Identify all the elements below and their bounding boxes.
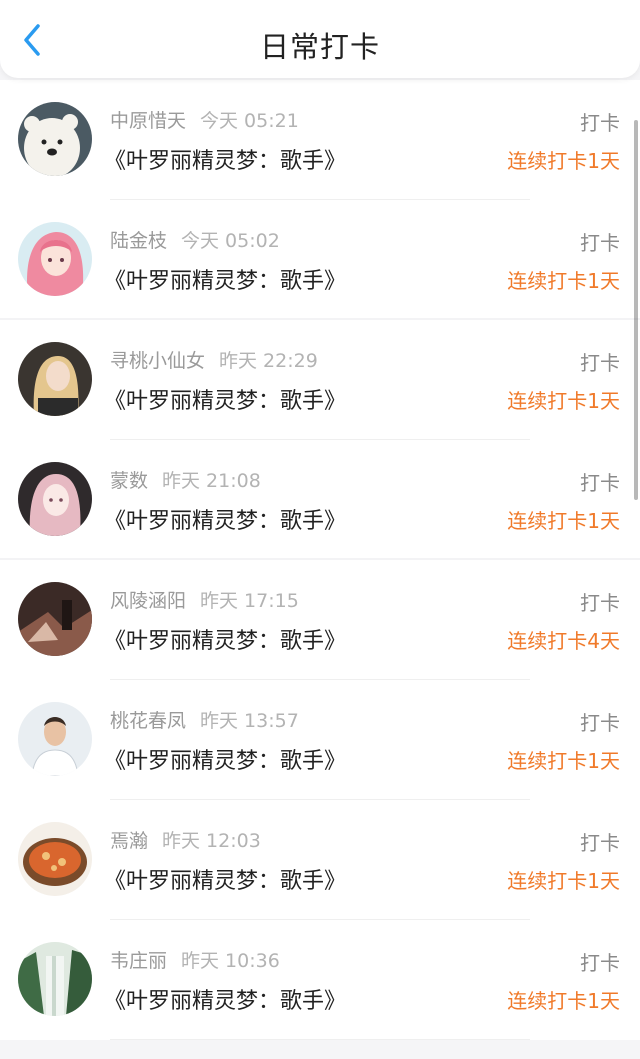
user-name[interactable]: 寻桃小仙女 [110, 350, 205, 372]
checkin-time: 今天 05:21 [200, 110, 299, 132]
checkin-row[interactable]: 中原惜天 今天 05:21 《叶罗丽精灵梦：歌手》 打卡 连续打卡1天 [0, 80, 640, 200]
checkin-label: 打卡 [580, 351, 620, 375]
book-title[interactable]: 《叶罗丽精灵梦：歌手》 [104, 743, 346, 775]
streak-count: 连续打卡1天 [507, 869, 620, 893]
streak-count: 连续打卡1天 [507, 749, 620, 773]
checkin-time: 昨天 10:36 [181, 950, 280, 972]
checkin-row[interactable]: 焉瀚 昨天 12:03 《叶罗丽精灵梦：歌手》 打卡 连续打卡1天 [0, 800, 640, 920]
checkin-time: 昨天 21:08 [162, 470, 261, 492]
man-portrait-avatar[interactable] [18, 702, 92, 776]
streak-count: 连续打卡1天 [507, 509, 620, 533]
user-name[interactable]: 韦庄丽 [110, 950, 167, 972]
user-name[interactable]: 中原惜天 [110, 110, 186, 132]
waterfall-avatar[interactable] [18, 942, 92, 1016]
book-title[interactable]: 《叶罗丽精灵梦：歌手》 [104, 503, 346, 535]
checkin-time: 昨天 12:03 [162, 830, 261, 852]
checkin-row[interactable]: 陆金枝 今天 05:02 《叶罗丽精灵梦：歌手》 打卡 连续打卡1天 [0, 200, 640, 320]
checkin-row[interactable]: 韦庄丽 昨天 10:36 《叶罗丽精灵梦：歌手》 打卡 连续打卡1天 [0, 920, 640, 1040]
checkin-time: 昨天 22:29 [219, 350, 318, 372]
scrollbar[interactable] [634, 120, 638, 500]
streak-count: 连续打卡1天 [507, 389, 620, 413]
checkin-row[interactable]: 风陵涵阳 昨天 17:15 《叶罗丽精灵梦：歌手》 打卡 连续打卡4天 [0, 560, 640, 680]
top-bar: 日常打卡 [0, 0, 640, 78]
book-title[interactable]: 《叶罗丽精灵梦：歌手》 [104, 623, 346, 655]
checkin-row[interactable]: 桃花春凤 昨天 13:57 《叶罗丽精灵梦：歌手》 打卡 连续打卡1天 [0, 680, 640, 800]
checkin-label: 打卡 [580, 591, 620, 615]
bear-avatar[interactable] [18, 102, 92, 176]
checkin-row[interactable]: 寻桃小仙女 昨天 22:29 《叶罗丽精灵梦：歌手》 打卡 连续打卡1天 [0, 320, 640, 440]
blonde-woman-avatar[interactable] [18, 342, 92, 416]
checkin-label: 打卡 [580, 951, 620, 975]
checkin-list: 中原惜天 今天 05:21 《叶罗丽精灵梦：歌手》 打卡 连续打卡1天 陆金枝 今天… [0, 80, 640, 1040]
checkin-time: 昨天 17:15 [200, 590, 299, 612]
book-title[interactable]: 《叶罗丽精灵梦：歌手》 [104, 863, 346, 895]
book-title[interactable]: 《叶罗丽精灵梦：歌手》 [104, 983, 346, 1015]
book-title[interactable]: 《叶罗丽精灵梦：歌手》 [104, 263, 346, 295]
checkin-label: 打卡 [580, 111, 620, 135]
checkin-row[interactable]: 蒙数 昨天 21:08 《叶罗丽精灵梦：歌手》 打卡 连续打卡1天 [0, 440, 640, 560]
checkin-label: 打卡 [580, 231, 620, 255]
user-name[interactable]: 桃花春凤 [110, 710, 186, 732]
streak-count: 连续打卡1天 [507, 149, 620, 173]
pink-hair-girl-avatar[interactable] [18, 222, 92, 296]
user-name[interactable]: 蒙数 [110, 470, 148, 492]
user-name[interactable]: 焉瀚 [110, 830, 148, 852]
user-name[interactable]: 风陵涵阳 [110, 590, 186, 612]
dark-photo-avatar[interactable] [18, 582, 92, 656]
checkin-label: 打卡 [580, 711, 620, 735]
book-title[interactable]: 《叶罗丽精灵梦：歌手》 [104, 143, 346, 175]
streak-count: 连续打卡1天 [507, 269, 620, 293]
checkin-time: 昨天 13:57 [200, 710, 299, 732]
user-name[interactable]: 陆金枝 [110, 230, 167, 252]
anime-girl-avatar[interactable] [18, 462, 92, 536]
streak-count: 连续打卡4天 [507, 629, 620, 653]
food-bowl-avatar[interactable] [18, 822, 92, 896]
checkin-time: 今天 05:02 [181, 230, 280, 252]
streak-count: 连续打卡1天 [507, 989, 620, 1013]
book-title[interactable]: 《叶罗丽精灵梦：歌手》 [104, 383, 346, 415]
checkin-label: 打卡 [580, 471, 620, 495]
checkin-label: 打卡 [580, 831, 620, 855]
page-title: 日常打卡 [259, 30, 380, 64]
